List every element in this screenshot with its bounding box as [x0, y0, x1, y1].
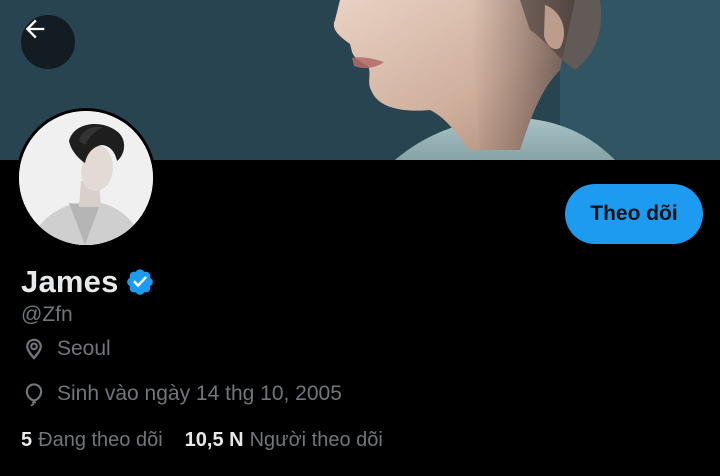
avatar[interactable] — [16, 108, 156, 248]
following-count: 5 — [21, 429, 33, 451]
followers-label: Người theo dõi — [249, 429, 383, 451]
display-name: James — [21, 264, 119, 299]
follow-button[interactable]: Theo dõi — [565, 184, 703, 244]
location-text: Seoul — [57, 337, 111, 360]
back-button[interactable] — [21, 15, 75, 69]
followers-count: 10,5 N — [184, 429, 244, 451]
verified-badge-icon[interactable] — [125, 267, 155, 297]
location-pin-icon — [21, 336, 47, 362]
follow-stats: 5 Đang theo dõi 10,5 N Người theo dõi — [21, 429, 405, 452]
profile-page: Theo dõi James @Zfn Seoul Sinh vào ngày … — [0, 0, 720, 476]
profile-name-row: James — [21, 262, 155, 302]
avatar-photo — [19, 111, 153, 245]
following-link[interactable]: 5 Đang theo dõi — [21, 429, 163, 452]
birthday-row: Sinh vào ngày 14 thg 10, 2005 — [21, 381, 342, 407]
balloon-icon — [21, 381, 47, 407]
location-row: Seoul — [21, 336, 111, 362]
following-label: Đang theo dõi — [38, 429, 163, 451]
arrow-left-icon — [25, 19, 45, 39]
followers-link[interactable]: 10,5 N Người theo dõi — [185, 429, 383, 452]
user-handle: @Zfn — [21, 303, 73, 326]
birthday-text: Sinh vào ngày 14 thg 10, 2005 — [57, 382, 342, 405]
